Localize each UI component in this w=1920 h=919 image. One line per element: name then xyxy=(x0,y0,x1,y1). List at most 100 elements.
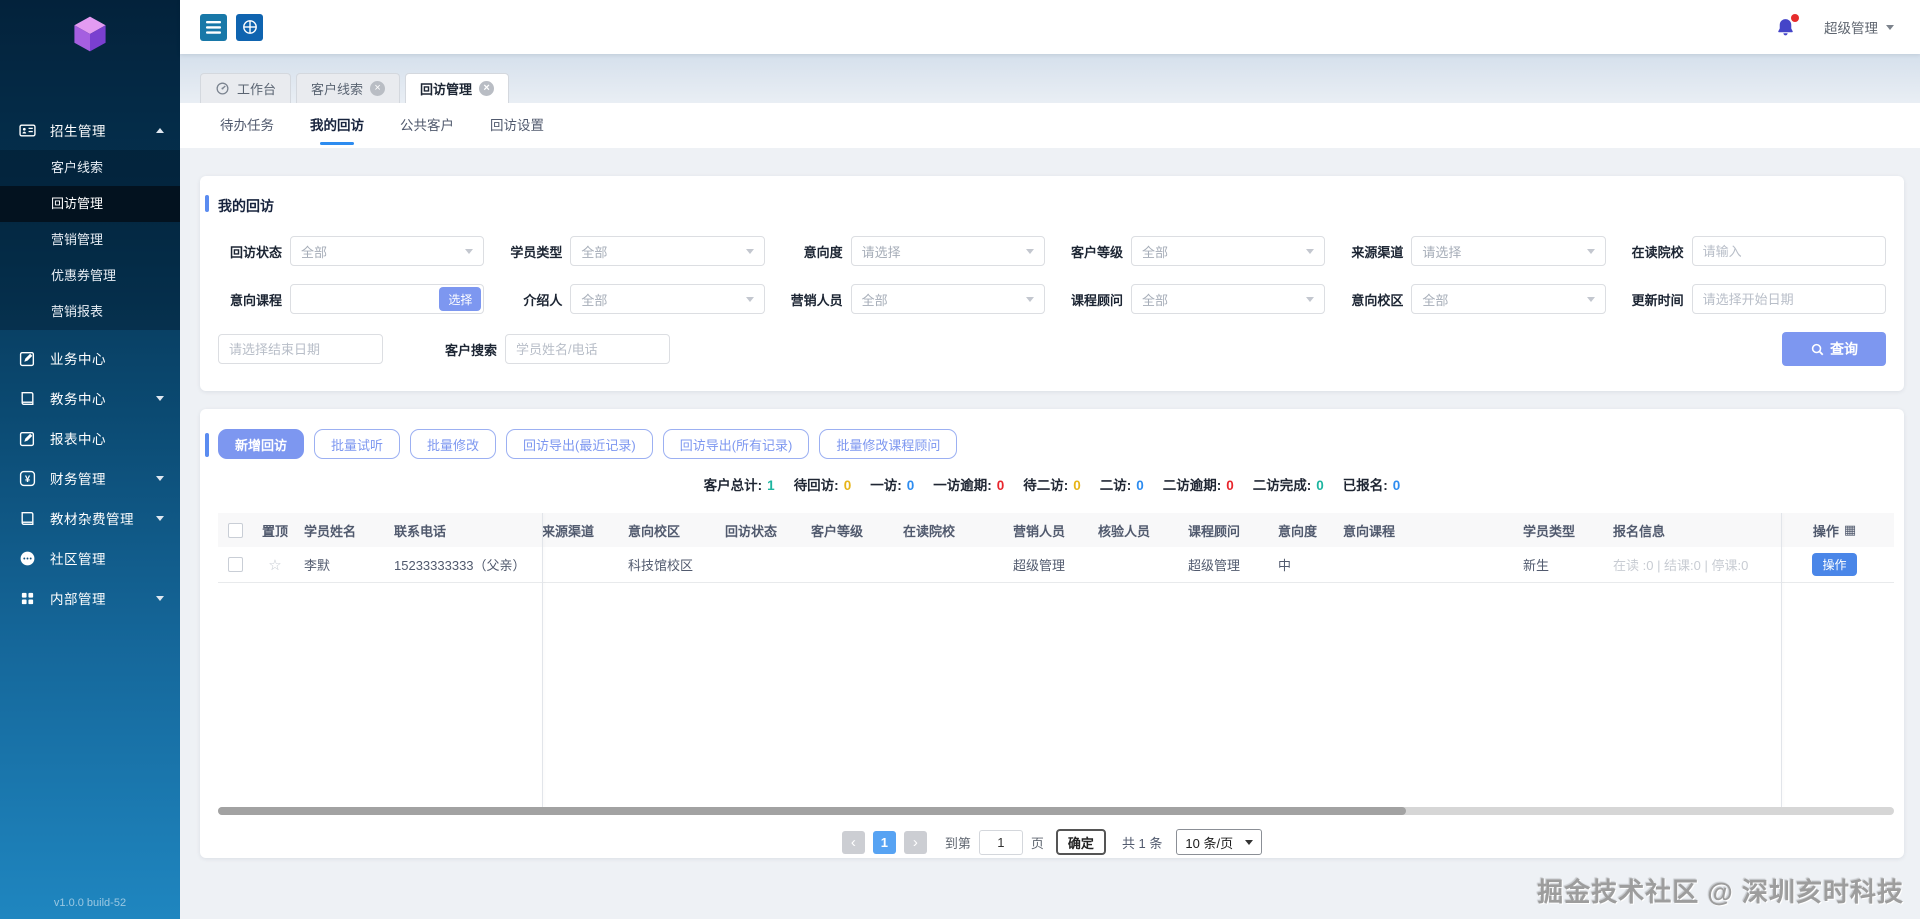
sidebar-item-materials-fees[interactable]: 教材杂费管理 xyxy=(0,498,180,538)
cell-phone: 15233333333（父亲） xyxy=(394,558,526,573)
sidebar: 招生管理 客户线索 回访管理 营销管理 优惠券管理 营销报表 业务中心 教务中心… xyxy=(0,0,180,919)
source-channel-select[interactable]: 请选择 xyxy=(1411,236,1606,266)
course-advisor-select[interactable]: 全部 xyxy=(1131,284,1326,314)
sidebar-item-coupons[interactable]: 优惠券管理 xyxy=(0,258,180,294)
referrer-select[interactable]: 全部 xyxy=(570,284,765,314)
sidebar-item-business-center[interactable]: 业务中心 xyxy=(0,338,180,378)
subtab-my-visits[interactable]: 我的回访 xyxy=(292,103,382,148)
menu-toggle-button[interactable] xyxy=(200,13,227,41)
chevron-down-icon xyxy=(1306,296,1315,302)
total-count: 共 1 条 xyxy=(1121,835,1163,851)
intent-level-select[interactable]: 请选择 xyxy=(850,236,1045,266)
column-header-intent-campus[interactable]: 意向校区 xyxy=(628,521,725,540)
column-header-phone[interactable]: 联系电话 xyxy=(394,521,542,540)
goto-page-input[interactable] xyxy=(978,829,1023,855)
row-action-button[interactable]: 操作 xyxy=(1812,553,1857,576)
sidebar-item-community[interactable]: 社区管理 xyxy=(0,538,180,578)
sidebar-item-customer-leads[interactable]: 客户线索 xyxy=(0,150,180,186)
chevron-down-icon xyxy=(1026,248,1034,254)
batch-audition-button[interactable]: 批量试听 xyxy=(314,429,401,459)
column-header-course-advisor[interactable]: 课程顾问 xyxy=(1188,521,1278,540)
table-header-row: 置顶 学员姓名 联系电话 来源渠道 意向校区 回访状态 客户等级 在读院校 营销… xyxy=(218,513,1894,547)
chevron-down-icon xyxy=(1306,248,1315,254)
chevron-down-icon xyxy=(156,595,164,601)
chevron-down-icon xyxy=(745,296,754,302)
sidebar-item-enrollment[interactable]: 招生管理 xyxy=(0,110,180,150)
accent-bar xyxy=(205,195,209,212)
column-header-intent-course[interactable]: 意向课程 xyxy=(1343,521,1523,540)
sidebar-item-marketing[interactable]: 营销管理 xyxy=(0,222,180,258)
horizontal-scrollbar[interactable] xyxy=(218,807,1894,815)
row-checkbox[interactable] xyxy=(227,557,243,572)
column-settings-icon[interactable]: ▦ xyxy=(1844,522,1856,538)
column-header-marketer[interactable]: 营销人员 xyxy=(1013,521,1098,540)
cell-marketer: 超级管理 xyxy=(1013,558,1066,573)
column-header-intent-level[interactable]: 意向度 xyxy=(1278,521,1343,540)
export-recent-button[interactable]: 回访导出(最近记录) xyxy=(506,429,653,459)
add-visit-button[interactable]: 新增回访 xyxy=(218,429,305,459)
cell-course-advisor: 超级管理 xyxy=(1188,558,1241,573)
intent-campus-select[interactable]: 全部 xyxy=(1411,284,1606,314)
column-header-pin[interactable]: 置顶 xyxy=(252,521,304,540)
column-header-verifier[interactable]: 核验人员 xyxy=(1098,521,1188,540)
visit-status-select[interactable]: 全部 xyxy=(290,236,485,266)
sidebar-item-report-center[interactable]: 报表中心 xyxy=(0,418,180,458)
customer-search-input[interactable] xyxy=(505,334,671,364)
student-type-select[interactable]: 全部 xyxy=(570,236,765,266)
export-all-button[interactable]: 回访导出(所有记录) xyxy=(662,429,810,459)
user-name: 超级管理 xyxy=(1824,21,1878,36)
tab-workbench[interactable]: 工作台 xyxy=(200,73,292,103)
select-all-checkbox[interactable] xyxy=(227,522,243,538)
svg-text:¥: ¥ xyxy=(24,474,30,485)
confirm-button[interactable]: 确定 xyxy=(1055,829,1106,855)
prev-page-button[interactable]: ‹ xyxy=(841,830,865,854)
batch-edit-advisor-button[interactable]: 批量修改课程顾问 xyxy=(819,429,958,459)
chevron-down-icon xyxy=(1886,24,1894,30)
sidebar-item-internal[interactable]: 内部管理 xyxy=(0,578,180,618)
column-header-student-type[interactable]: 学员类型 xyxy=(1523,521,1613,540)
column-header-customer-level[interactable]: 客户等级 xyxy=(811,521,903,540)
school-input[interactable] xyxy=(1691,236,1886,266)
column-header-enroll-info[interactable]: 报名信息 xyxy=(1613,521,1781,540)
sidebar-item-visit-management[interactable]: 回访管理 xyxy=(0,186,180,222)
query-button[interactable]: 查询 xyxy=(1782,332,1886,366)
app-root: 招生管理 客户线索 回访管理 营销管理 优惠券管理 营销报表 业务中心 教务中心… xyxy=(0,0,1920,919)
customer-level-select[interactable]: 全部 xyxy=(1131,236,1326,266)
subtab-todo-tasks[interactable]: 待办任务 xyxy=(202,103,292,148)
intent-course-select-button[interactable]: 选择 xyxy=(439,287,482,311)
chevron-down-icon xyxy=(1245,839,1254,845)
page-1-button[interactable]: 1 xyxy=(872,830,896,854)
field-label: 介绍人 xyxy=(523,292,563,308)
sidebar-item-marketing-report[interactable]: 营销报表 xyxy=(0,294,180,330)
fixed-column-divider xyxy=(542,513,543,807)
column-header-student-name[interactable]: 学员姓名 xyxy=(304,521,394,540)
marketer-select[interactable]: 全部 xyxy=(850,284,1045,314)
tab-visit-management[interactable]: 回访管理 × xyxy=(405,73,510,103)
batch-edit-button[interactable]: 批量修改 xyxy=(410,429,497,459)
tab-customer-leads[interactable]: 客户线索 × xyxy=(296,73,401,103)
globe-button[interactable] xyxy=(236,13,263,41)
end-date-input[interactable] xyxy=(218,334,383,364)
update-time-start-input[interactable] xyxy=(1691,284,1886,314)
subtab-public-customers[interactable]: 公共客户 xyxy=(382,103,472,148)
filter-grid: 回访状态 全部 学员类型 全部 意向度 请选择 客户等级 全部 来源渠道 请选择… xyxy=(218,236,1886,314)
close-icon[interactable]: × xyxy=(370,81,386,96)
column-header-visit-status[interactable]: 回访状态 xyxy=(725,521,811,540)
scrollbar-thumb[interactable] xyxy=(218,807,1406,815)
column-header-source-channel[interactable]: 来源渠道 xyxy=(542,521,628,540)
close-icon[interactable]: × xyxy=(479,81,495,96)
table-row[interactable]: ☆ 李默 15233333333（父亲） 科技馆校区 超级管理 超级管理 中 新… xyxy=(218,547,1894,583)
app-logo[interactable] xyxy=(0,0,180,60)
sidebar-item-finance[interactable]: ¥ 财务管理 xyxy=(0,458,180,498)
page-size-select[interactable]: 10 条/页 xyxy=(1176,829,1263,855)
subtab-visit-settings[interactable]: 回访设置 xyxy=(472,103,562,148)
sidebar-item-academic-center[interactable]: 教务中心 xyxy=(0,378,180,418)
user-menu[interactable]: 超级管理 xyxy=(1824,17,1894,37)
notifications-button[interactable] xyxy=(1775,13,1799,38)
stat-item: 二访: 0 xyxy=(1099,478,1144,493)
content-area: 工作台 客户线索 × 回访管理 × 待办任务 我的回访 公共客户 回访设置 我的… xyxy=(180,54,1920,919)
field-label: 回访状态 xyxy=(229,244,282,260)
column-header-school[interactable]: 在读院校 xyxy=(903,521,1013,540)
pin-star-icon[interactable]: ☆ xyxy=(268,557,281,574)
next-page-button[interactable]: › xyxy=(903,830,927,854)
